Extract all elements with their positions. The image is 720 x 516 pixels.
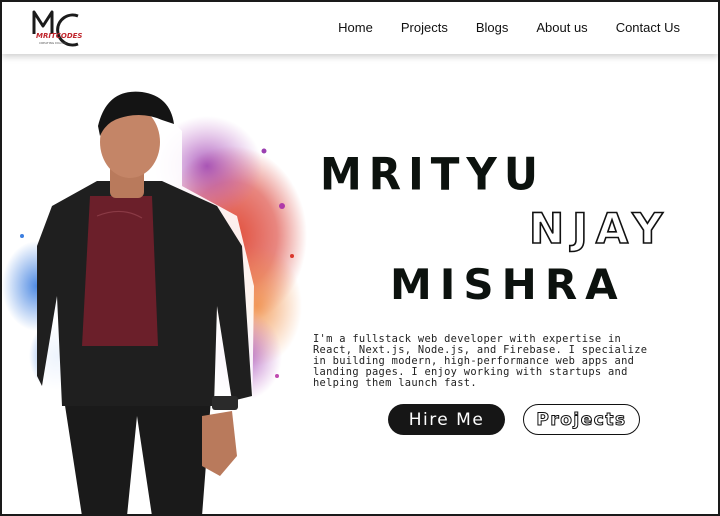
page-frame: MRITCODES CREATING DIGITAL Home Projects… <box>0 0 720 516</box>
nav-projects[interactable]: Projects <box>401 20 448 35</box>
nav-home[interactable]: Home <box>338 20 373 35</box>
main-nav: Home Projects Blogs About us Contact Us <box>310 20 680 35</box>
brand-logo[interactable]: MRITCODES CREATING DIGITAL <box>28 4 90 52</box>
hero-portrait <box>2 91 307 514</box>
nav-blogs[interactable]: Blogs <box>476 20 509 35</box>
hero-name-line-2: NJAY <box>528 204 671 253</box>
logo-text: MRITCODES <box>36 32 82 40</box>
projects-button[interactable]: Projects <box>523 404 640 435</box>
nav-contact-us[interactable]: Contact Us <box>616 20 680 35</box>
site-header: MRITCODES CREATING DIGITAL Home Projects… <box>2 2 718 54</box>
nav-about-us[interactable]: About us <box>536 20 587 35</box>
logo-subtext: CREATING DIGITAL <box>39 41 67 45</box>
hero-name-line-3: MISHRA <box>390 260 626 309</box>
hero-name-line-1: MRITYU <box>320 148 545 201</box>
hire-me-button[interactable]: Hire Me <box>388 404 505 435</box>
hero-bio: I'm a fullstack web developer with exper… <box>313 333 648 389</box>
